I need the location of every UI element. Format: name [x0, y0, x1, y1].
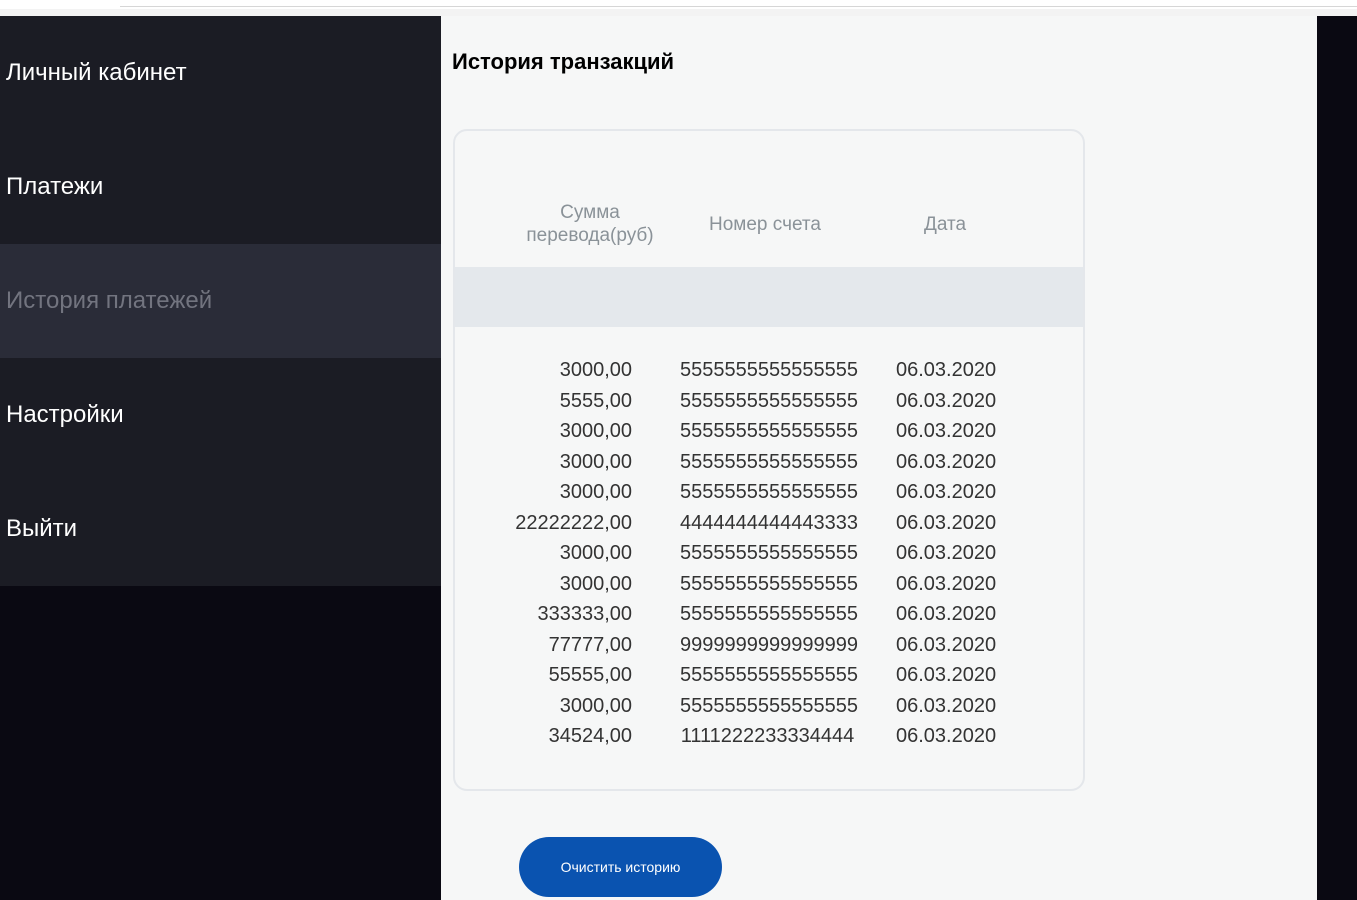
account-cell: 5555555555555555 — [680, 420, 858, 442]
sidebar-item-label: Платежи — [6, 173, 104, 200]
table-row: 333333,00 5555555555555555 06.03.2020 — [455, 599, 1083, 630]
date-cell: 06.03.2020 — [896, 694, 997, 717]
account-cell: 5555555555555555 — [680, 664, 858, 686]
sidebar-item-label: Настройки — [6, 401, 124, 428]
amount-cell: 34524,00 — [548, 725, 632, 747]
account-cell: 5555555555555555 — [680, 542, 858, 564]
table-row: 3000,00 5555555555555555 06.03.2020 — [455, 691, 1083, 722]
amount-cell: 3000,00 — [559, 420, 632, 442]
date-cell: 06.03.2020 — [896, 603, 997, 625]
account-cell: 5555555555555555 — [680, 603, 858, 625]
date-cell: 06.03.2020 — [896, 572, 997, 595]
page-title: История транзакций — [452, 49, 675, 74]
account-cell: 1111222233334444 — [680, 725, 855, 747]
column-header-date: Дата — [923, 213, 967, 235]
sidebar: Личный кабинет Платежи История платежей … — [0, 16, 441, 586]
account-cell: 5555555555555555 — [680, 450, 858, 473]
sidebar-item-payment-history[interactable]: История платежей — [0, 244, 441, 358]
clear-history-button[interactable]: Очистить историю — [519, 837, 722, 897]
date-cell: 06.03.2020 — [896, 481, 997, 503]
table-row: 3000,00 5555555555555555 06.03.2020 — [455, 447, 1083, 478]
account-cell: 5555555555555555 — [680, 389, 858, 412]
column-header-amount: Сумма перевода(руб) — [526, 202, 654, 246]
amount-cell: 3000,00 — [559, 694, 632, 717]
sidebar-item-label: История платежей — [6, 287, 213, 314]
date-cell: 06.03.2020 — [896, 633, 997, 656]
table-row: 3000,00 5555555555555555 06.03.2020 — [455, 569, 1083, 600]
account-cell: 9999999999999999 — [680, 633, 858, 656]
date-cell: 06.03.2020 — [896, 511, 997, 534]
table-row: 3000,00 5555555555555555 06.03.2020 — [455, 538, 1083, 569]
table-row: 22222222,00 4444444444443333 06.03.2020 — [455, 508, 1083, 539]
amount-cell: 3000,00 — [559, 450, 632, 473]
sidebar-item-settings[interactable]: Настройки — [0, 358, 441, 472]
table-row: 3000,00 5555555555555555 06.03.2020 — [455, 477, 1083, 508]
account-cell: 4444444444443333 — [680, 511, 858, 534]
date-cell: 06.03.2020 — [896, 359, 997, 381]
top-strip-shade — [0, 9, 1357, 16]
date-cell: 06.03.2020 — [896, 542, 997, 564]
sidebar-item-label: Личный кабинет — [6, 59, 187, 86]
amount-cell: 5555,00 — [559, 389, 632, 412]
sidebar-item-label: Выйти — [6, 515, 78, 542]
address-bar-edge — [120, 0, 1357, 7]
browser-top-strip — [0, 0, 1357, 16]
account-cell: 5555555555555555 — [680, 359, 858, 381]
amount-cell: 77777,00 — [548, 633, 632, 656]
table-row: 5555,00 5555555555555555 06.03.2020 — [455, 386, 1083, 417]
date-cell: 06.03.2020 — [896, 725, 997, 747]
table-row: 3000,00 5555555555555555 06.03.2020 — [455, 355, 1083, 386]
column-header-account: Номер счета — [709, 213, 821, 235]
date-cell: 06.03.2020 — [896, 420, 997, 442]
amount-cell: 3000,00 — [559, 481, 632, 503]
amount-cell: 55555,00 — [548, 664, 632, 686]
main-content: История транзакций Сумма перевода(руб) Н… — [441, 16, 1317, 900]
amount-cell: 3000,00 — [559, 359, 632, 381]
table-row: 55555,00 5555555555555555 06.03.2020 — [455, 660, 1083, 691]
account-cell: 5555555555555555 — [680, 572, 858, 595]
amount-cell: 3000,00 — [559, 572, 632, 595]
sidebar-item-logout[interactable]: Выйти — [0, 472, 441, 586]
table-row: 77777,00 9999999999999999 06.03.2020 — [455, 630, 1083, 661]
transactions-table: Сумма перевода(руб) Номер счета Дата 300… — [453, 129, 1085, 791]
amount-cell: 3000,00 — [559, 542, 632, 564]
account-cell: 5555555555555555 — [680, 694, 858, 717]
table-row: 34524,00 1111222233334444 06.03.2020 — [455, 721, 1083, 752]
account-cell: 5555555555555555 — [680, 481, 858, 503]
table-header-band — [455, 267, 1083, 327]
amount-cell: 22222222,00 — [515, 511, 632, 534]
sidebar-item-payments[interactable]: Платежи — [0, 130, 441, 244]
table-row: 3000,00 5555555555555555 06.03.2020 — [455, 416, 1083, 447]
table-body: 3000,00 5555555555555555 06.03.2020 5555… — [455, 355, 1083, 752]
date-cell: 06.03.2020 — [896, 664, 997, 686]
sidebar-item-personal-account[interactable]: Личный кабинет — [0, 16, 441, 130]
date-cell: 06.03.2020 — [896, 450, 997, 473]
date-cell: 06.03.2020 — [896, 389, 997, 412]
amount-cell: 333333,00 — [537, 603, 632, 625]
